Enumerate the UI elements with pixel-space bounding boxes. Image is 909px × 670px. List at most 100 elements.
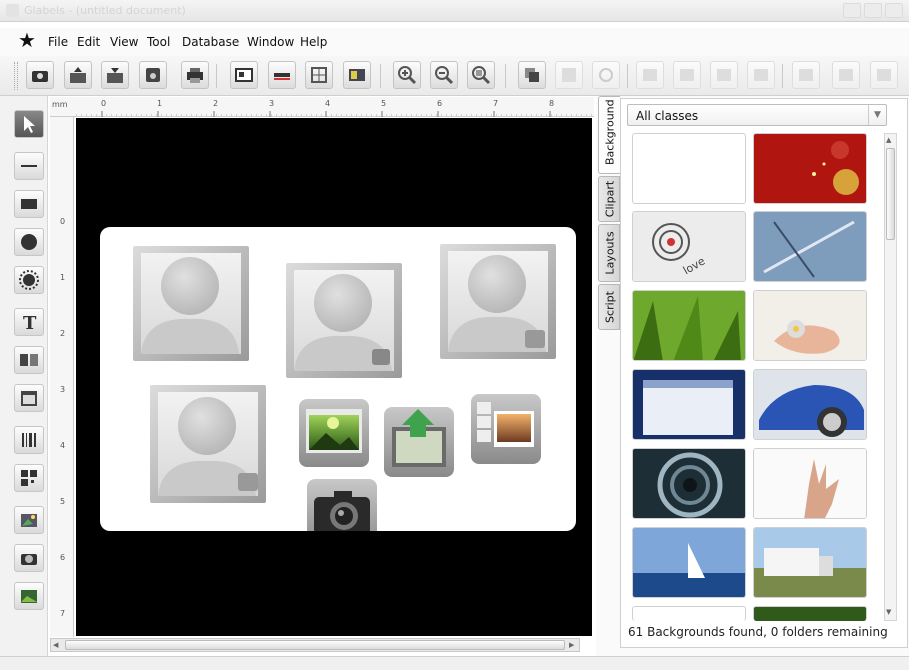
align-center-button[interactable] [673, 61, 701, 89]
label-card[interactable] [100, 227, 576, 549]
photo-frame[interactable] [133, 246, 249, 361]
camera-icon[interactable] [307, 479, 377, 549]
photo-frame[interactable] [150, 385, 266, 503]
thumbnail-raised-hand[interactable] [753, 448, 867, 519]
ruler-number: 8 [549, 99, 555, 108]
scroll-up-arrow-icon[interactable]: ▲ [886, 136, 891, 144]
thumbnail-hand-with-gem[interactable] [753, 290, 867, 361]
thumbnail-love-target[interactable]: love [632, 211, 746, 282]
maximize-button[interactable] [864, 3, 882, 18]
align-right-button[interactable] [710, 61, 738, 89]
line-tool-button[interactable] [14, 152, 44, 180]
scroll-down-arrow-icon[interactable]: ▼ [886, 608, 891, 616]
ruler-number: 3 [60, 385, 66, 394]
tool-palette: T [0, 96, 48, 656]
toolbar-separator [627, 64, 628, 88]
save-button[interactable] [139, 61, 167, 89]
ruler-unit: mm [52, 100, 68, 109]
gallery-scrollbar[interactable]: ▲ ▼ [884, 133, 897, 621]
scrollbar-thumb[interactable] [886, 148, 895, 240]
star-shape-tool-button[interactable] [14, 266, 44, 294]
import-button[interactable] [64, 61, 92, 89]
zoom-out-button[interactable] [430, 61, 458, 89]
zoom-in-button[interactable] [393, 61, 421, 89]
thumbnail-blank[interactable] [632, 133, 746, 204]
thumbnail-blueprint-tools[interactable] [753, 211, 867, 282]
flip-button[interactable] [792, 61, 820, 89]
menu-view[interactable]: View [110, 34, 138, 50]
menu-help[interactable]: Help [300, 34, 327, 50]
calendar-tool-button[interactable] [14, 384, 44, 412]
toolbar-grip[interactable] [14, 62, 18, 90]
menu-window[interactable]: Window [247, 34, 294, 50]
align-top-button[interactable] [747, 61, 775, 89]
select-tool-button[interactable] [14, 110, 44, 138]
status-bar [0, 656, 909, 670]
menu-tool[interactable]: Tool [147, 34, 170, 50]
line-style-button[interactable] [268, 61, 296, 89]
arrange-button[interactable] [518, 61, 546, 89]
class-filter-value: All classes [636, 109, 699, 123]
ruler-number: 1 [60, 273, 66, 282]
menu-database[interactable]: Database [182, 34, 239, 50]
ellipse-tool-button[interactable] [14, 228, 44, 256]
label-canvas[interactable] [76, 118, 592, 636]
align-button[interactable] [555, 61, 583, 89]
thumbnail-spiral-staircase[interactable] [632, 448, 746, 519]
thumbnail-blue-car[interactable] [753, 369, 867, 440]
scroll-left-arrow-icon[interactable]: ◀ [53, 640, 63, 650]
scrollbar-thumb[interactable] [65, 640, 565, 650]
class-filter-select[interactable]: All classes ▼ [627, 104, 887, 126]
thumbnail-sailboat[interactable] [632, 527, 746, 598]
photo-frame[interactable] [286, 263, 402, 378]
menu-file[interactable]: File [48, 34, 68, 50]
text-tool-button[interactable]: T [14, 308, 44, 336]
tab-layouts[interactable]: Layouts [598, 224, 620, 282]
camera-tool-button[interactable] [14, 544, 44, 572]
rotate-button[interactable] [592, 61, 620, 89]
minimize-button[interactable] [843, 3, 861, 18]
title-bar: Glabels - (untitled document) [0, 0, 909, 22]
thumbnail-partial-2[interactable] [753, 606, 867, 621]
grid-button[interactable] [305, 61, 333, 89]
barcode-tool-button[interactable] [14, 426, 44, 454]
thumbnail-calendar[interactable] [632, 369, 746, 440]
new-photo-button[interactable] [26, 61, 54, 89]
gallery-icon[interactable] [471, 394, 541, 464]
image-icon[interactable] [299, 399, 369, 467]
tab-clipart[interactable]: Clipart [598, 176, 620, 222]
horizontal-scrollbar[interactable]: ◀ ▶ [50, 638, 580, 652]
qrcode-tool-button[interactable] [14, 464, 44, 492]
remove-button[interactable] [870, 61, 898, 89]
print-button[interactable] [181, 61, 209, 89]
star-icon[interactable]: ★ [18, 29, 36, 51]
thumbnail-partial-1[interactable] [632, 606, 746, 621]
gallery-status: 61 Backgrounds found, 0 folders remainin… [628, 625, 888, 639]
window-title: Glabels - (untitled document) [24, 4, 186, 17]
tab-script[interactable]: Script [598, 284, 620, 330]
scroll-right-arrow-icon[interactable]: ▶ [569, 640, 579, 650]
menu-edit[interactable]: Edit [77, 34, 100, 50]
thumbnail-truck-road[interactable] [753, 527, 867, 598]
rectangle-tool-button[interactable] [14, 190, 44, 218]
add-button[interactable] [832, 61, 860, 89]
export-button[interactable] [101, 61, 129, 89]
ruler-number: 5 [60, 497, 66, 506]
ruler-number: 2 [60, 329, 66, 338]
close-button[interactable] [885, 3, 903, 18]
ruler-number: 6 [437, 99, 443, 108]
photo-frame[interactable] [440, 244, 556, 359]
properties-button[interactable] [343, 61, 371, 89]
zoom-fit-button[interactable] [467, 61, 495, 89]
thumbnail-red-ornaments[interactable] [753, 133, 867, 204]
field-tool-button[interactable] [14, 346, 44, 374]
tab-background[interactable]: Background [598, 96, 620, 174]
background-tool-button[interactable] [14, 582, 44, 610]
page-setup-button[interactable] [230, 61, 258, 89]
thumbnail-green-grass[interactable] [632, 290, 746, 361]
toolbar-separator [380, 64, 381, 88]
ruler-ticks [76, 111, 594, 117]
align-left-button[interactable] [636, 61, 664, 89]
image-tool-button[interactable] [14, 506, 44, 534]
folder-image-icon[interactable] [384, 407, 454, 477]
